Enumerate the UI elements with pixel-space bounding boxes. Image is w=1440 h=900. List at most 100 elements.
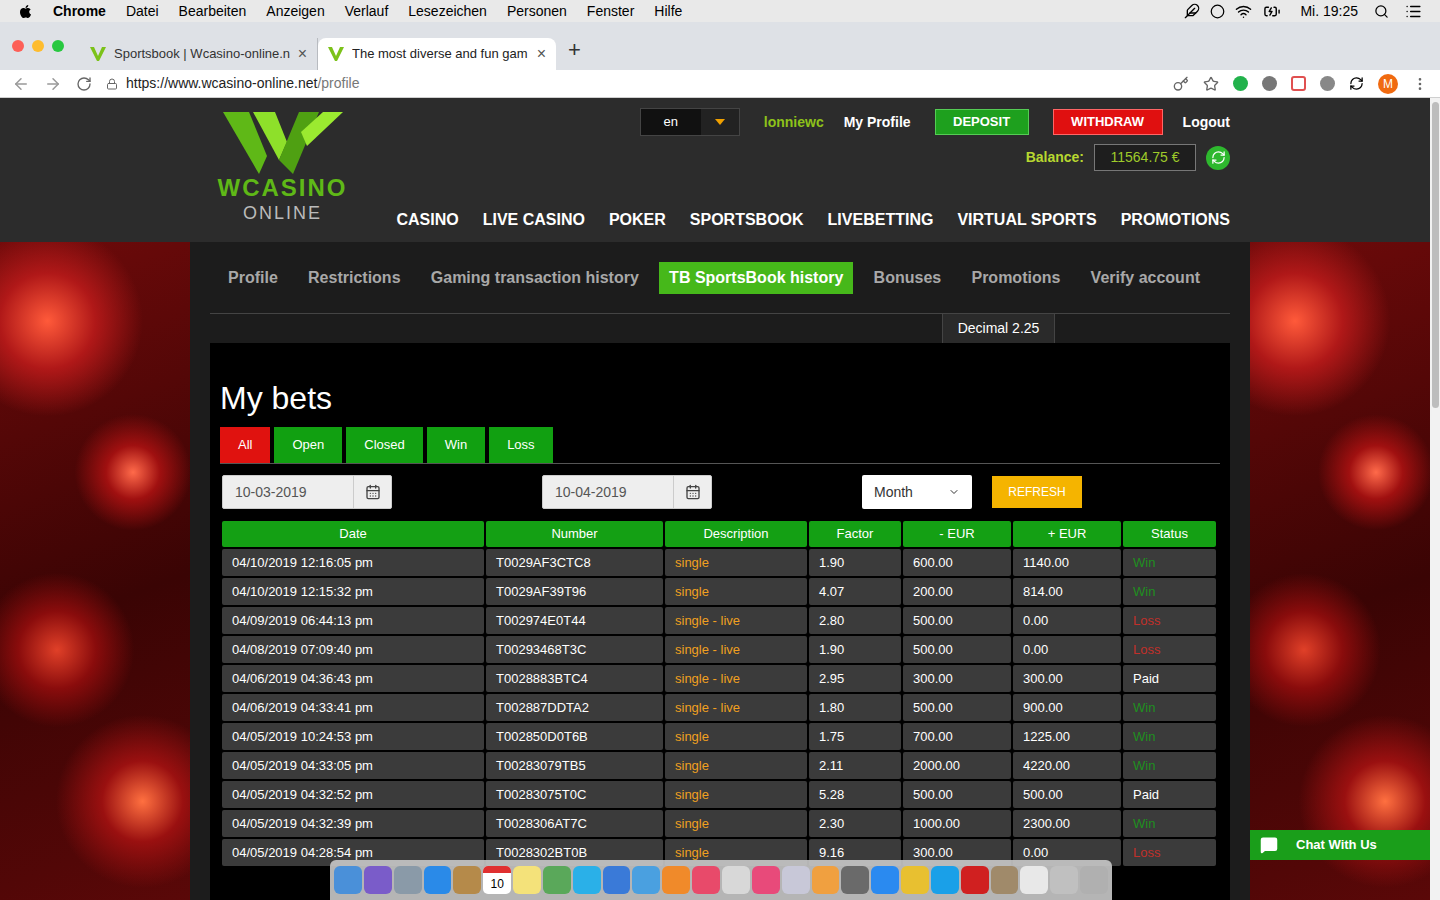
sync-icon[interactable] [1349,76,1364,91]
menu-item[interactable]: Personen [507,1,567,22]
bookmark-icon[interactable] [1203,76,1219,92]
key-icon[interactable] [1173,76,1189,92]
menu-app[interactable]: Chrome [53,1,106,22]
column-header[interactable]: - EUR [903,521,1011,547]
table-row[interactable]: 04/09/2019 06:44:13 pmT002974E0T44single… [222,607,1220,634]
nav-item[interactable]: VIRTUAL SPORTS [957,208,1096,232]
filter-button[interactable]: Open [274,427,342,463]
filter-button[interactable]: Loss [489,427,552,463]
nav-item[interactable]: LIVEBETTING [828,208,934,232]
app-icon[interactable] [334,866,362,894]
language-select[interactable]: en [640,108,740,136]
column-header[interactable]: Date [222,521,484,547]
app-icon[interactable] [603,866,631,894]
app-icon[interactable] [632,866,660,894]
nav-item[interactable]: POKER [609,208,666,232]
app-icon[interactable] [1080,866,1108,894]
apple-icon[interactable] [18,4,33,19]
menu-item[interactable]: Bearbeiten [179,1,247,22]
table-row[interactable]: 04/10/2019 12:16:05 pmT0029AF3CTC8single… [222,549,1220,576]
nav-item[interactable]: PROMOTIONS [1121,208,1230,232]
logout-link[interactable]: Logout [1183,112,1230,133]
table-row[interactable]: 04/05/2019 04:33:05 pmT00283079TB5single… [222,752,1220,779]
nav-item[interactable]: SPORTSBOOK [690,208,804,232]
new-tab-button[interactable]: + [568,33,581,66]
menu-icon[interactable] [1412,76,1428,92]
column-header[interactable]: Description [665,521,807,547]
table-row[interactable]: 04/10/2019 12:15:32 pmT0029AF39T96single… [222,578,1220,605]
app-icon[interactable] [752,866,780,894]
extension-icon[interactable] [1233,76,1248,91]
column-header[interactable]: Number [486,521,663,547]
withdraw-button[interactable]: WITHDRAW [1053,109,1163,135]
app-icon[interactable] [871,866,899,894]
zoom-window-button[interactable] [52,40,64,52]
search-icon[interactable] [1374,4,1389,19]
table-row[interactable]: 04/05/2019 04:32:39 pmT0028306AT7Csingle… [222,810,1220,837]
filter-button[interactable]: Closed [346,427,422,463]
app-icon[interactable] [394,866,422,894]
menu-item[interactable]: Anzeigen [266,1,324,22]
app-icon[interactable] [453,866,481,894]
profile-tab[interactable]: Promotions [961,262,1070,294]
nav-item[interactable]: CASINO [396,208,458,232]
column-header[interactable]: Factor [809,521,901,547]
extension-icon[interactable] [1262,76,1277,91]
status-icon[interactable] [1210,4,1225,19]
profile-tab[interactable]: Gaming transaction history [421,262,649,294]
tab-close-button[interactable]: × [537,42,546,66]
app-icon[interactable] [662,866,690,894]
app-icon[interactable] [722,866,750,894]
extension-icon[interactable] [1291,76,1306,91]
table-row[interactable]: 04/05/2019 04:32:52 pmT00283075T0Csingle… [222,781,1220,808]
deposit-button[interactable]: DEPOSIT [935,109,1029,135]
menu-item[interactable]: Datei [126,1,159,22]
table-row[interactable]: 04/05/2019 10:24:53 pmT002850D0T6Bsingle… [222,723,1220,750]
profile-tab[interactable]: Verify account [1081,262,1210,294]
period-select[interactable]: Month [862,475,972,509]
tab-close-button[interactable]: × [298,42,307,66]
table-row[interactable]: 04/08/2019 07:09:40 pmT00293468T3Csingle… [222,636,1220,663]
table-row[interactable]: 04/06/2019 04:36:43 pmT0028883BTC4single… [222,665,1220,692]
clock[interactable]: Mi. 19:25 [1300,1,1358,22]
table-row[interactable]: 04/06/2019 04:33:41 pmT002887DDTA2single… [222,694,1220,721]
scrollbar[interactable] [1430,98,1440,900]
reload-icon[interactable] [76,76,92,92]
profile-avatar[interactable]: M [1378,74,1398,94]
filter-button[interactable]: Win [427,427,485,463]
close-window-button[interactable] [12,40,24,52]
site-logo[interactable]: WCASINOONLINE [210,98,355,242]
refresh-balance-button[interactable] [1206,146,1230,170]
browser-tab[interactable]: Sportsbook | Wcasino-online.n× [80,38,318,70]
app-icon[interactable] [1020,866,1048,894]
feather-icon[interactable] [1184,3,1200,19]
menu-item[interactable]: Verlauf [345,1,389,22]
app-icon[interactable] [1050,866,1078,894]
profile-tab[interactable]: Profile [218,262,288,294]
profile-tab[interactable]: Bonuses [864,262,952,294]
profile-tab[interactable]: TB SportsBook history [659,262,853,294]
my-profile-link[interactable]: My Profile [844,112,911,133]
column-header[interactable]: + EUR [1013,521,1121,547]
notification-icon[interactable] [1405,3,1422,20]
app-icon[interactable] [364,866,392,894]
odds-format-select[interactable]: Decimal 2.25 [942,314,1055,343]
profile-tab[interactable]: Restrictions [298,262,410,294]
date-from-field[interactable]: 10-03-2019 [222,475,392,509]
extension-icon[interactable] [1320,76,1335,91]
wifi-icon[interactable] [1235,3,1252,20]
refresh-button[interactable]: REFRESH [992,476,1082,508]
app-icon[interactable] [782,866,810,894]
app-icon[interactable] [812,866,840,894]
calendar-icon[interactable] [365,484,381,500]
app-icon[interactable] [961,866,989,894]
app-icon[interactable] [424,866,452,894]
menu-item[interactable]: Hilfe [654,1,682,22]
battery-icon[interactable] [1262,3,1282,20]
app-icon[interactable] [692,866,720,894]
back-icon[interactable] [12,75,30,93]
username[interactable]: lonniewc [764,112,824,133]
app-icon[interactable] [991,866,1019,894]
forward-icon[interactable] [44,75,62,93]
url-field[interactable]: https://www.wcasino-online.net/profile [106,73,1159,94]
